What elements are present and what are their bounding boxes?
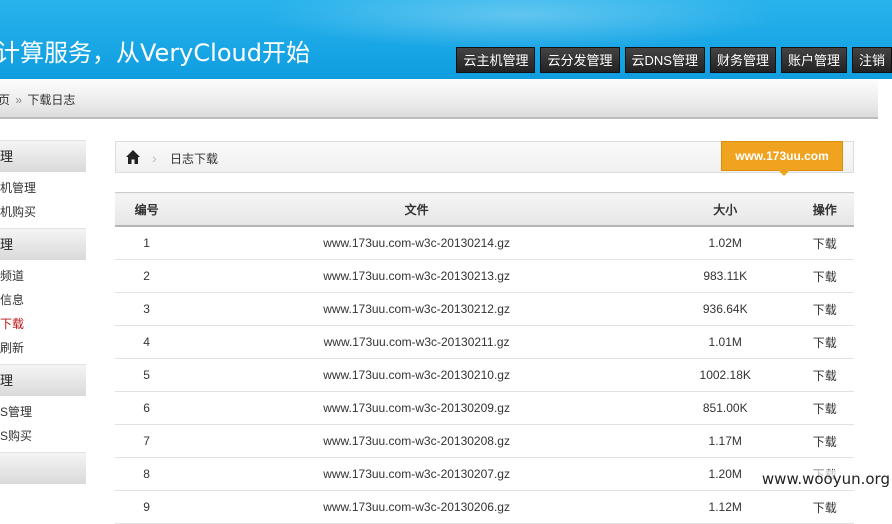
- row-number: 7: [115, 424, 179, 458]
- row-file: www.173uu.com-w3c-20130212.gz: [178, 292, 655, 326]
- row-action: 下载: [795, 292, 854, 326]
- row-size: 983.11K: [654, 259, 796, 293]
- col-action: 操作: [795, 192, 854, 227]
- sidebar-item-dns-buy[interactable]: S购买: [0, 424, 86, 448]
- row-file: www.173uu.com-w3c-20130213.gz: [178, 259, 655, 293]
- chevron-right-icon: ›: [152, 150, 157, 166]
- table-row: 9 www.173uu.com-w3c-20130206.gz 1.12M 下载: [115, 490, 854, 524]
- home-icon[interactable]: [125, 149, 141, 165]
- row-action: 下载: [795, 391, 854, 425]
- table-row: 8www.173uu.com-w3c-20130207.gz1.20M下载: [115, 457, 854, 491]
- main-panel: › 日志下载 www.173uu.com 编号 文件 大小 操作 1 www.17…: [115, 141, 854, 524]
- row-size: 1.01M: [654, 325, 796, 359]
- row-action: 下载: [795, 490, 854, 524]
- table-row: 3 www.173uu.com-w3c-20130212.gz 936.64K 下载: [115, 292, 854, 326]
- nav-cloud-cdn[interactable]: 云分发管理: [540, 47, 620, 73]
- download-link[interactable]: 下载: [813, 270, 837, 284]
- row-number: 1: [115, 226, 179, 260]
- nav-cloud-host[interactable]: 云主机管理: [456, 47, 536, 73]
- download-link[interactable]: 下载: [813, 237, 837, 251]
- table-row: 5 www.173uu.com-w3c-20130210.gz 1002.18K 下载: [115, 358, 854, 392]
- download-link[interactable]: 下载: [813, 336, 837, 350]
- row-number: 6: [115, 391, 179, 425]
- row-action: 下载: [795, 226, 854, 260]
- breadcrumb: 页 » 下载日志: [0, 91, 75, 108]
- sidebar-section-cdn[interactable]: 理: [0, 228, 86, 260]
- table-row: 2 www.173uu.com-w3c-20130213.gz 983.11K 下载: [115, 259, 854, 293]
- slogan: 计算服务，从VeryCloud开始: [0, 39, 310, 67]
- sidebar-item-host-manage[interactable]: 机管理: [0, 176, 86, 200]
- header-glow: [260, 0, 780, 50]
- sidebar-item-channel[interactable]: 频道: [0, 264, 86, 288]
- sidebar: 理 机管理 机购买 理 频道 信息 下载 刷新 理 S管理 S购买: [0, 140, 86, 484]
- sidebar-section-host[interactable]: 理: [0, 140, 86, 172]
- page-edge: [878, 79, 892, 490]
- row-number: 9: [115, 490, 179, 524]
- breadcrumb-bar: 页 » 下载日志: [0, 79, 878, 119]
- sidebar-item-dns-manage[interactable]: S管理: [0, 400, 86, 424]
- nav-logout[interactable]: 注销: [851, 47, 892, 73]
- row-size: 1.12M: [654, 490, 796, 524]
- sidebar-item-host-buy[interactable]: 机购买: [0, 200, 86, 224]
- download-link[interactable]: 下载: [813, 369, 837, 383]
- table-header: 编号 文件 大小 操作: [115, 192, 854, 227]
- row-number: 5: [115, 358, 179, 392]
- row-size: 851.00K: [654, 391, 796, 425]
- path-label: 日志下载: [170, 152, 219, 166]
- row-number: 2: [115, 259, 179, 293]
- row-size: 1.17M: [654, 424, 796, 458]
- row-number: 3: [115, 292, 179, 326]
- row-action: 下载: [795, 325, 854, 359]
- top-nav: 云主机管理 云分发管理 云DNS管理 财务管理 账户管理 注销: [456, 47, 892, 73]
- row-size: 936.64K: [654, 292, 796, 326]
- col-file: 文件: [178, 192, 655, 227]
- download-log-table: 编号 文件 大小 操作 1 www.173uu.com-w3c-20130214.…: [115, 192, 854, 524]
- row-size: 1.02M: [654, 226, 796, 260]
- breadcrumb-home[interactable]: 页: [0, 93, 10, 107]
- watermark: www.wooyun.org: [759, 470, 892, 488]
- col-number: 编号: [115, 192, 179, 227]
- col-size: 大小: [654, 192, 796, 227]
- row-action: 下载: [795, 358, 854, 392]
- row-file: www.173uu.com-w3c-20130207.gz: [178, 457, 655, 491]
- download-link[interactable]: 下载: [813, 303, 837, 317]
- download-link[interactable]: 下载: [813, 435, 837, 449]
- row-size: 1002.18K: [654, 358, 796, 392]
- row-file: www.173uu.com-w3c-20130211.gz: [178, 325, 655, 359]
- row-file: www.173uu.com-w3c-20130208.gz: [178, 424, 655, 458]
- download-link[interactable]: 下载: [813, 402, 837, 416]
- sidebar-section-dns[interactable]: 理: [0, 364, 86, 396]
- nav-finance[interactable]: 财务管理: [709, 47, 776, 73]
- row-file: www.173uu.com-w3c-20130209.gz: [178, 391, 655, 425]
- path-bar: › 日志下载 www.173uu.com: [115, 141, 854, 176]
- breadcrumb-separator: »: [15, 93, 23, 107]
- header: 计算服务，从VeryCloud开始 云主机管理 云分发管理 云DNS管理 财务管…: [0, 0, 892, 79]
- row-action: 下载: [795, 259, 854, 293]
- row-number: 8: [115, 457, 179, 491]
- sidebar-section-more[interactable]: [0, 452, 86, 484]
- site-badge: www.173uu.com: [721, 141, 843, 176]
- sidebar-item-info[interactable]: 信息: [0, 288, 86, 312]
- nav-account[interactable]: 账户管理: [780, 47, 847, 73]
- table-row: 1 www.173uu.com-w3c-20130214.gz 1.02M 下载: [115, 226, 854, 260]
- row-file: www.173uu.com-w3c-20130210.gz: [178, 358, 655, 392]
- row-file: www.173uu.com-w3c-20130206.gz: [178, 490, 655, 524]
- download-link[interactable]: 下载: [813, 501, 837, 515]
- sidebar-item-refresh[interactable]: 刷新: [0, 336, 86, 360]
- sidebar-item-download[interactable]: 下载: [0, 312, 86, 336]
- breadcrumb-current: 下载日志: [27, 93, 76, 107]
- row-number: 4: [115, 325, 179, 359]
- row-file: www.173uu.com-w3c-20130214.gz: [178, 226, 655, 260]
- nav-cloud-dns[interactable]: 云DNS管理: [624, 47, 705, 73]
- table-row: 4 www.173uu.com-w3c-20130211.gz 1.01M 下载: [115, 325, 854, 359]
- row-action: 下载: [795, 424, 854, 458]
- table-row: 7 www.173uu.com-w3c-20130208.gz 1.17M 下载: [115, 424, 854, 458]
- table-row: 6 www.173uu.com-w3c-20130209.gz 851.00K 下载: [115, 391, 854, 425]
